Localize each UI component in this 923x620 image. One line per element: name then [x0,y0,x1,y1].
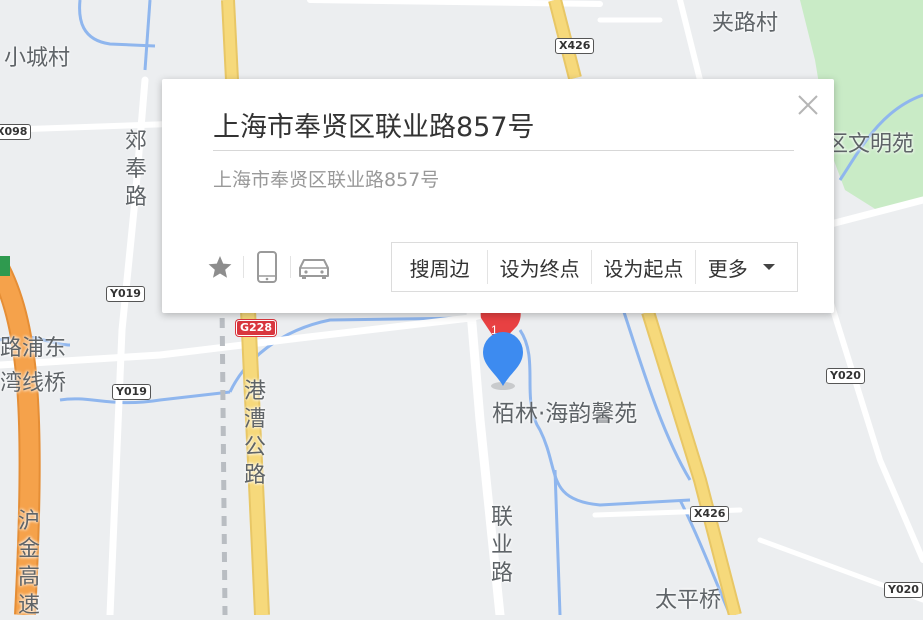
popup-divider [213,150,794,151]
set-origin-button[interactable]: 设为起点 [592,243,695,291]
popup-action-group: 搜周边 设为终点 设为起点 更多 [391,242,798,292]
close-icon[interactable] [796,93,820,117]
location-pin-icon [483,332,523,390]
place-label: 湾线桥 [0,371,67,396]
place-label: 夹路村 [712,11,779,36]
road-label: 联业路 [490,505,513,586]
road-shield: X098 [0,124,32,140]
road-label: 沪金高速 [17,509,40,618]
chevron-down-icon [762,264,775,270]
place-label: 小城村 [4,46,71,71]
popup-address: 上海市奉贤区联业路857号 [213,169,440,191]
highway-shield-icon [0,256,10,276]
location-info-popup: 上海市奉贤区联业路857号 上海市奉贤区联业路857号 搜周边 设为终点 设为起… [162,79,834,313]
poi-label[interactable]: 栢林·海韵馨苑 [492,394,637,428]
phone-icon[interactable] [244,249,290,285]
search-nearby-button[interactable]: 搜周边 [392,243,487,291]
set-destination-button[interactable]: 设为终点 [488,243,591,291]
road-shield: X426 [690,506,730,522]
star-icon[interactable] [197,249,243,285]
road-shield: Y019 [112,384,151,400]
road-label: 港漕公路 [243,379,266,488]
popup-title: 上海市奉贤区联业路857号 [213,112,535,143]
more-dropdown[interactable]: 更多 [696,243,797,291]
place-label: 太平桥 [655,588,722,613]
more-label: 更多 [707,256,748,281]
road-shield: Y020 [884,582,923,598]
car-icon[interactable] [291,249,337,285]
road-shield: Y019 [106,286,145,302]
road-label: 郊奉路 [124,129,147,210]
road-shield: Y020 [826,368,865,384]
road-shield: G228 [236,320,276,336]
popup-icon-bar [197,249,337,285]
road-shield: X426 [555,38,595,54]
place-label: 路浦东 [0,336,67,361]
place-label: 区文明苑 [826,132,915,157]
